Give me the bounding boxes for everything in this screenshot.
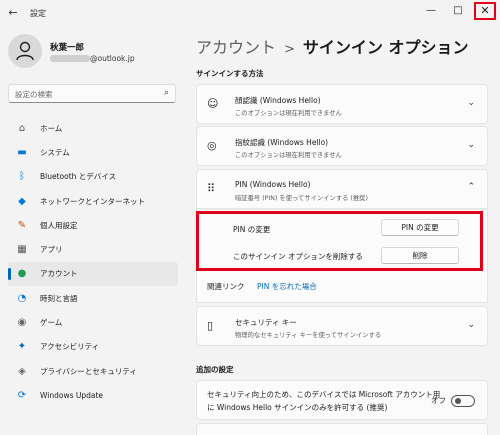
user-email: @outlook.jp (90, 54, 135, 63)
bluetooth-icon: ᛒ (19, 171, 25, 183)
sidebar-item-time-language[interactable]: ◔ 時刻と言語 (8, 286, 178, 310)
fingerprint-icon: ◎ (207, 139, 217, 152)
sidebar-item-label: ネットワークとインターネット (40, 196, 145, 206)
sidebar-item-label: Bluetooth とデバイス (40, 172, 117, 182)
forgot-pin-link[interactable]: PIN を忘れた場合 (257, 281, 317, 292)
sidebar-item-windows-update[interactable]: ⟳ Windows Update (8, 383, 178, 407)
sidebar-item-label: アプリ (40, 245, 63, 255)
sidebar-item-bluetooth[interactable]: ᛒ Bluetooth とデバイス (8, 165, 178, 189)
home-icon: ⌂ (18, 122, 26, 134)
sidebar-item-system[interactable]: ▬ システム (8, 140, 178, 164)
card-subtitle: 暗証番号 (PIN) を使ってサインインする (推奨) (235, 195, 368, 202)
chevron-up-icon: ⌃ (467, 182, 475, 192)
avatar[interactable] (8, 34, 42, 68)
sidebar-nav: ⌂ ホーム ▬ システム ᛒ Bluetooth とデバイス ◆ ネットワークとインター… (8, 116, 178, 408)
sidebar-item-label: アクセシビリティ (40, 342, 100, 352)
chevron-down-icon: ⌄ (467, 320, 475, 330)
card-title: セキュリティ キー (235, 318, 297, 327)
sidebar-item-apps[interactable]: ▦ アプリ (8, 237, 178, 261)
section-header-additional: 追加の設定 (196, 365, 234, 374)
sidebar-item-accounts[interactable]: ● アカウント (8, 261, 178, 287)
sidebar-item-label: システム (40, 147, 70, 157)
gamepad-icon: ◉ (17, 317, 27, 329)
usb-key-icon: ▯ (207, 319, 214, 332)
setting-text-line1: セキュリティ向上のため、このデバイスでは Microsoft アカウント用 (207, 390, 441, 399)
sidebar-item-accessibility[interactable]: ✦ アクセシビリティ (8, 335, 178, 359)
pin-card[interactable]: ⠿ PIN (Windows Hello) 暗証番号 (PIN) を使ってサイン… (196, 169, 488, 209)
chevron-down-icon: ⌄ (467, 140, 475, 150)
sidebar-item-gaming[interactable]: ◉ ゲーム (8, 310, 178, 334)
sidebar-item-label: アカウント (40, 269, 78, 279)
update-icon: ⟳ (17, 389, 27, 401)
breadcrumb-parent[interactable]: アカウント (196, 38, 276, 57)
user-name: 秋葉一郎 (50, 43, 85, 53)
sidebar-item-label: Windows Update (40, 390, 104, 400)
accessibility-icon: ✦ (17, 341, 27, 353)
related-links-label: 関連リンク (207, 282, 245, 291)
shield-icon: ◈ (18, 365, 26, 377)
breadcrumb-separator: > (284, 42, 295, 57)
sidebar-item-label: 時刻と言語 (40, 293, 78, 303)
close-button[interactable]: ✕ (474, 2, 496, 20)
card-title: PIN (Windows Hello) (235, 180, 311, 189)
sidebar-item-home[interactable]: ⌂ ホーム (8, 116, 178, 140)
section-header-signin: サインインする方法 (196, 69, 264, 78)
sidebar-item-network[interactable]: ◆ ネットワークとインターネット (8, 189, 178, 213)
sidebar-item-label: プライバシーとセキュリティ (40, 366, 137, 376)
monitor-icon: ▬ (17, 146, 27, 158)
sidebar-item-label: ホーム (40, 123, 63, 133)
keypad-icon: ⠿ (207, 182, 216, 195)
person-icon (16, 41, 34, 61)
breadcrumb: アカウント > サインイン オプション (196, 34, 469, 58)
card-subtitle: このオプションは現在利用できません (235, 110, 342, 117)
card-subtitle: 物理的なセキュリティ キーを使ってサインインする (235, 332, 382, 339)
page-title: サインイン オプション (302, 38, 469, 57)
card-title: 顔認識 (Windows Hello) (235, 96, 321, 105)
setting-text-line2: に Windows Hello サインインのみを許可する (推奨) (207, 403, 388, 412)
sidebar-item-label: 個人用設定 (40, 220, 78, 230)
sidebar-item-personalization[interactable]: ✎ 個人用設定 (8, 213, 178, 237)
title-bar: ← 設定 — □ ✕ (0, 0, 500, 26)
search-input[interactable]: 設定の検索 ⌕ (8, 84, 176, 103)
brush-icon: ✎ (17, 219, 27, 231)
face-icon: ☺ (207, 97, 219, 110)
face-recognition-card[interactable]: ☺ 顔認識 (Windows Hello) このオプションは現在利用できません … (196, 84, 488, 124)
card-title: 指紋認識 (Windows Hello) (235, 138, 329, 147)
back-arrow-icon[interactable]: ← (6, 6, 20, 20)
sidebar-item-privacy[interactable]: ◈ プライバシーとセキュリティ (8, 359, 178, 383)
app-title: 設定 (30, 9, 46, 18)
wifi-icon: ◆ (18, 195, 26, 207)
next-setting-card (196, 423, 488, 435)
account-icon: ● (17, 268, 27, 280)
search-placeholder: 設定の検索 (15, 90, 53, 99)
email-redacted (50, 55, 90, 62)
apps-icon: ▦ (17, 244, 27, 256)
search-icon: ⌕ (163, 88, 169, 98)
security-key-card[interactable]: ▯ セキュリティ キー 物理的なセキュリティ キーを使ってサインインする ⌄ (196, 306, 488, 346)
maximize-button[interactable]: □ (447, 2, 469, 20)
chevron-down-icon: ⌄ (467, 98, 475, 108)
fingerprint-card[interactable]: ◎ 指紋認識 (Windows Hello) このオプションは現在利用できません… (196, 126, 488, 166)
card-subtitle: このオプションは現在利用できません (235, 152, 342, 159)
hello-only-card: セキュリティ向上のため、このデバイスでは Microsoft アカウント用 に … (196, 380, 488, 420)
clock-globe-icon: ◔ (17, 292, 27, 304)
toggle-state-label: オフ (431, 396, 446, 405)
hello-only-toggle[interactable] (451, 395, 475, 407)
highlight-box (196, 211, 483, 271)
minimize-button[interactable]: — (420, 2, 442, 20)
sidebar-item-label: ゲーム (40, 318, 63, 328)
